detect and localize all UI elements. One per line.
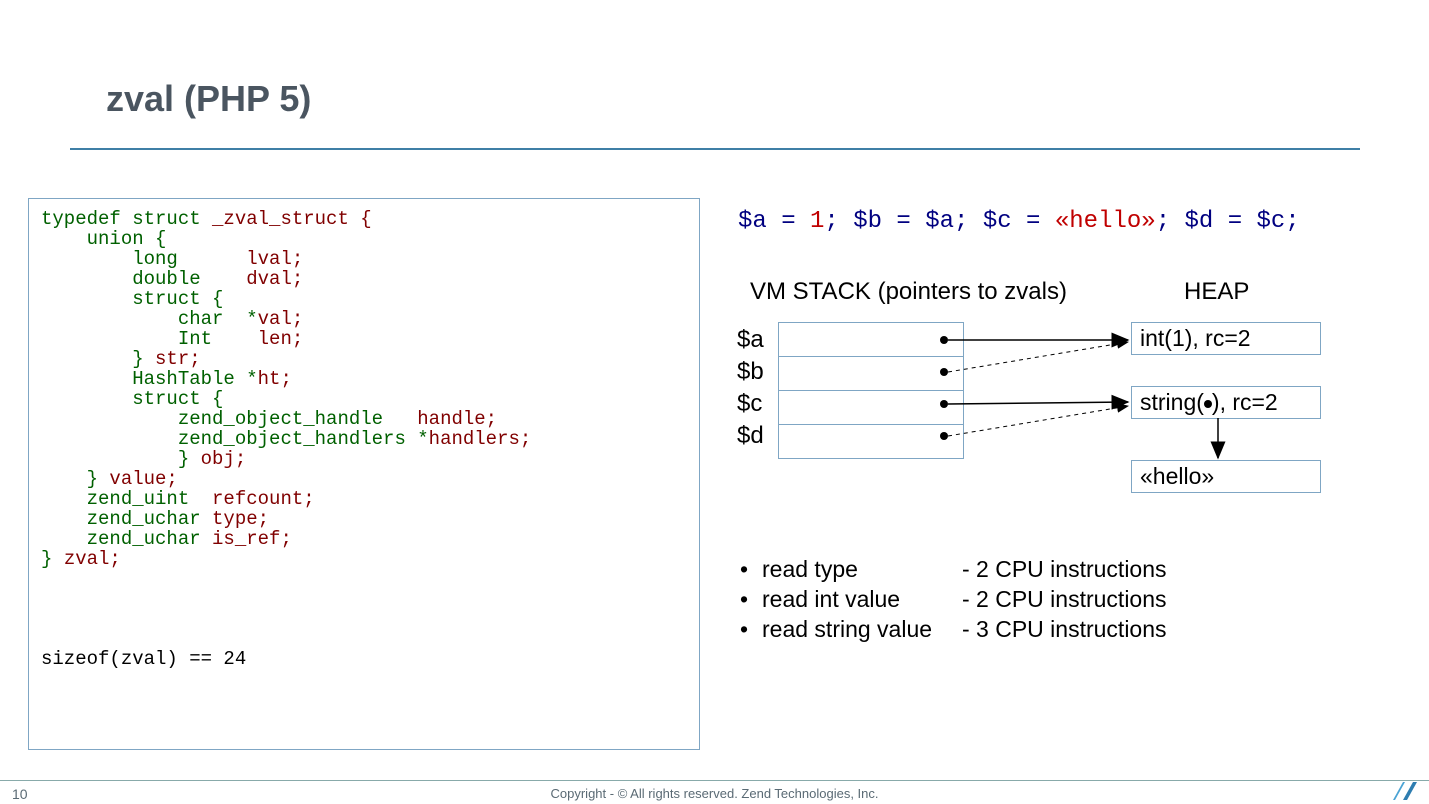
heap-int-box: int(1), rc=2 — [1131, 322, 1321, 355]
heap-string-box: string(), rc=2 — [1131, 386, 1321, 419]
pointer-dot-c — [940, 400, 948, 408]
cpu-instruction-list: •read type- 2 CPU instructions •read int… — [740, 554, 1167, 644]
pointer-dot-a — [940, 336, 948, 344]
heap-hello-box: «hello» — [1131, 460, 1321, 493]
code-block: typedef struct _zval_struct { union { lo… — [28, 198, 700, 750]
var-a: $a — [737, 326, 764, 354]
stack-heading: VM STACK (pointers to zvals) — [750, 278, 1067, 306]
title-underline — [70, 148, 1360, 150]
zend-logo-icon — [1393, 782, 1417, 800]
var-c: $c — [737, 390, 762, 418]
var-d: $d — [737, 422, 764, 450]
pointer-dot-b — [940, 368, 948, 376]
pointer-dot-d — [940, 432, 948, 440]
footer-divider — [0, 780, 1429, 781]
heap-heading: HEAP — [1184, 278, 1249, 306]
stack-table — [778, 322, 964, 459]
php-assignments: $a = 1; $b = $a; $c = «hello»; $d = $c; — [738, 208, 1300, 235]
slide-title: zval (PHP 5) — [106, 78, 311, 120]
copyright-text: Copyright - © All rights reserved. Zend … — [0, 786, 1429, 801]
var-b: $b — [737, 358, 764, 386]
